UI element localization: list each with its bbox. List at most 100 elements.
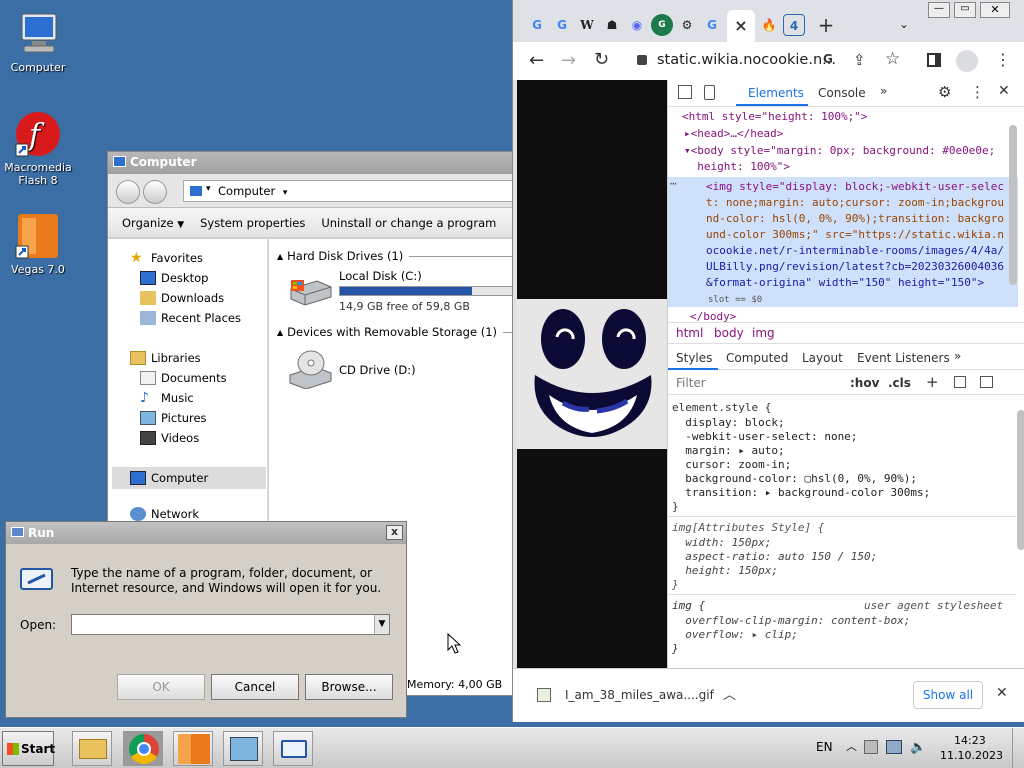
nav-desktop[interactable]: Desktop [140,271,208,285]
organize-button[interactable]: Organize ▼ [108,216,192,230]
browse-button[interactable]: Browse... [305,674,393,700]
network-tray-icon[interactable] [886,740,902,754]
breadcrumb-body[interactable]: body [714,326,744,340]
desktop-icon-flash[interactable]: f Macromedia Flash 8 [0,110,76,187]
tab-google-1[interactable]: G [526,14,548,36]
devtools-menu-kebab-icon[interactable]: ⋮ [970,83,985,101]
rule-line[interactable]: } [672,577,679,594]
breadcrumb-img[interactable]: img [752,326,775,340]
styles-filter-input[interactable]: Filter [676,376,706,390]
breadcrumb-html[interactable]: html [676,326,703,340]
close-download-bar-icon[interactable]: ✕ [996,685,1008,701]
tab-search-chevron-icon[interactable]: ⌄ [893,14,915,36]
add-rule-icon[interactable]: + [926,373,939,391]
nav-libraries[interactable]: Libraries [130,351,201,365]
close-button[interactable]: x [386,525,403,540]
dom-line[interactable]: &format-origina" width="150" height="150… [706,275,984,292]
desktop-icon-vegas[interactable]: Vegas 7.0 [0,212,76,276]
nav-favorites[interactable]: ★ Favorites [130,251,203,265]
forward-button[interactable] [143,180,167,204]
more-tabs-icon[interactable]: » [954,349,961,363]
omnibox[interactable]: static.wikia.nocookie.n... [623,47,873,75]
dom-scrollbar[interactable] [1009,125,1017,285]
device-toolbar-icon[interactable] [704,85,715,100]
inspect-element-icon[interactable] [678,85,692,99]
explorer-title-bar[interactable]: Computer [108,152,516,174]
dom-line[interactable]: height: 100%"> [684,159,790,176]
tab-styles[interactable]: Styles [676,351,712,365]
side-panel-icon[interactable] [927,53,941,67]
chevron-down-icon[interactable]: ▾ [283,188,288,198]
tab-google-3[interactable]: G [701,14,723,36]
settings-gear-icon[interactable]: ⚙ [938,83,951,101]
hov-toggle[interactable]: :hov [850,376,879,390]
profile-icon[interactable] [956,50,978,72]
tab-active-close[interactable]: × [727,10,755,42]
show-desktop-button[interactable] [1012,728,1024,768]
desktop-icon-computer[interactable]: Computer [0,10,76,74]
taskbar-vegas[interactable] [173,731,213,766]
tab-archive[interactable]: ☗ [601,14,623,36]
tab-wikipedia[interactable]: W [576,14,598,36]
minimize-button[interactable]: — [928,2,950,18]
rule-line[interactable]: transition: ▸ background-color 300ms; [672,485,930,502]
dom-line[interactable]: und-color 300ms;" src="https://static.wi… [706,227,1004,244]
nav-recent-places[interactable]: Recent Places [140,311,241,325]
dom-line[interactable]: <img style="display: block;-webkit-user-… [706,179,1004,196]
google-lens-icon[interactable]: G [823,52,833,66]
tab-console[interactable]: Console [818,86,866,100]
run-title-bar[interactable]: Run x [6,522,406,544]
uninstall-program-button[interactable]: Uninstall or change a program [313,216,504,230]
clock-date[interactable]: 11.10.2023 [940,749,1003,762]
drive-d[interactable]: CD Drive (D:) [283,347,483,393]
tray-icon-1[interactable] [864,740,878,754]
taskbar-run[interactable] [273,731,313,766]
open-combobox[interactable]: ▼ [71,614,390,635]
toggle-sidebar-icon[interactable] [980,376,993,388]
devtools-close-icon[interactable]: ✕ [998,83,1010,99]
bookmark-star-icon[interactable]: ☆ [885,49,900,69]
slot-badge[interactable]: slot == $0 [708,292,762,309]
cls-toggle[interactable]: .cls [888,376,911,390]
ellipsis-icon[interactable]: ⋯ [670,177,677,190]
dom-line[interactable]: ▾<body style="margin: 0px; background: #… [684,143,995,160]
address-bar[interactable]: ▾ Computer ▾ [183,180,523,202]
tab-four[interactable]: 4 [783,14,805,36]
cancel-button[interactable]: Cancel [211,674,299,700]
download-filename[interactable]: I_am_38_miles_awa....gif [565,688,714,702]
start-button[interactable]: Start [2,731,55,766]
taskbar-chrome[interactable] [123,731,163,766]
close-window-button[interactable]: ✕ [980,2,1010,18]
volume-tray-icon[interactable]: 🔈 [910,740,926,755]
styles-scrollbar[interactable] [1017,410,1024,550]
taskbar-explorer[interactable] [72,731,112,766]
share-icon[interactable]: ⇪ [853,51,866,69]
download-chevron-icon[interactable]: ︿ [723,684,736,703]
menu-kebab-icon[interactable]: ⋮ [995,50,1011,69]
nav-documents[interactable]: Documents [140,371,227,385]
drive-c[interactable]: Local Disk (C:) 14,9 GB free of 59,8 GB [283,269,517,319]
rule-line[interactable]: } [672,499,679,516]
tab-google-2[interactable]: G [551,14,573,36]
nav-videos[interactable]: Videos [140,431,199,445]
tab-gear[interactable]: ⚙ [676,14,698,36]
dom-line[interactable]: ULBilly.png/revision/latest?cb=202303260… [706,259,1004,276]
rule-line[interactable]: } [672,641,679,658]
tab-event-listeners[interactable]: Event Listeners [857,351,950,365]
system-properties-button[interactable]: System properties [192,216,313,230]
tab-green[interactable]: G [651,14,673,36]
tab-layout[interactable]: Layout [802,351,843,365]
nav-computer[interactable]: Computer [112,467,266,489]
dom-line[interactable]: nd-color: hsl(0, 0%, 90%);transition: ba… [706,211,1004,228]
group-header-removable[interactable]: ▲ Devices with Removable Storage (1) [277,325,517,339]
dom-line[interactable]: t: none;margin: auto;cursor: zoom-in;bac… [706,195,1004,212]
forward-arrow-icon[interactable]: → [561,50,576,71]
more-tabs-icon[interactable]: » [880,84,887,98]
language-indicator[interactable]: EN [816,740,833,754]
dom-line[interactable]: <html style="height: 100%;"> [682,109,867,126]
dom-line[interactable]: </body> [690,309,736,322]
tab-discord[interactable]: ◉ [626,14,648,36]
clock-time[interactable]: 14:23 [954,734,986,747]
tab-fire[interactable]: 🔥 [758,14,780,36]
maximize-button[interactable]: ▭ [954,2,976,18]
